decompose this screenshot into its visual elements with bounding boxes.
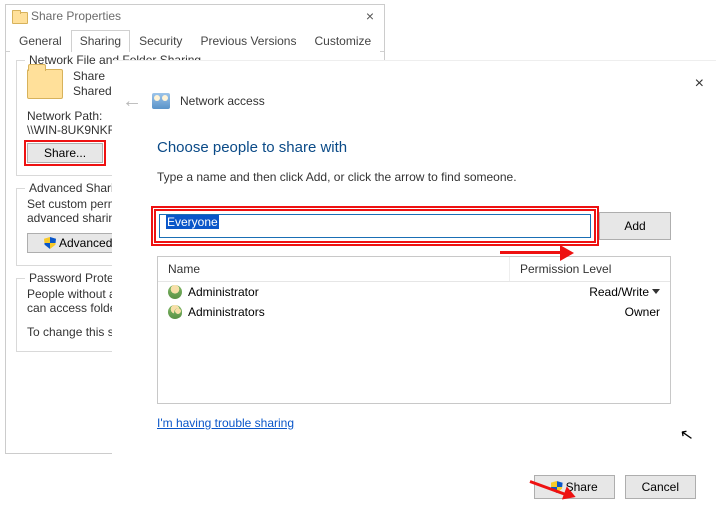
trouble-sharing-link-wrap: I'm having trouble sharing xyxy=(157,416,671,430)
shield-icon xyxy=(44,237,56,249)
row-permission[interactable]: Read/Write xyxy=(589,285,660,299)
column-permission[interactable]: Permission Level xyxy=(510,257,670,281)
name-input[interactable]: Everyone xyxy=(159,214,591,238)
users-icon xyxy=(168,305,182,319)
properties-titlebar: Share Properties × xyxy=(6,5,384,27)
annotation-arrow-icon xyxy=(530,480,590,500)
share-status: Shared xyxy=(73,84,112,99)
permission-row[interactable]: Administrator Read/Write xyxy=(158,282,670,302)
wizard-title: Choose people to share with xyxy=(157,139,671,156)
row-name: Administrators xyxy=(188,305,625,319)
perm-label: Read/Write xyxy=(589,285,649,299)
properties-tabs: General Sharing Security Previous Versio… xyxy=(6,29,384,52)
row-permission: Owner xyxy=(625,305,660,319)
name-input-highlight: Everyone xyxy=(154,209,596,243)
trouble-sharing-link[interactable]: I'm having trouble sharing xyxy=(157,416,294,430)
back-arrow-icon[interactable]: ← xyxy=(122,91,142,111)
tab-general[interactable]: General xyxy=(10,30,71,52)
permission-row[interactable]: Administrators Owner xyxy=(158,302,670,322)
wizard-header: Network access xyxy=(180,94,265,108)
add-button[interactable]: Add xyxy=(599,212,671,240)
share-button-props[interactable]: Share... xyxy=(27,143,103,163)
folder-large-icon xyxy=(27,69,63,99)
people-icon xyxy=(152,93,170,109)
tab-security[interactable]: Security xyxy=(130,30,191,52)
tab-customize[interactable]: Customize xyxy=(305,30,380,52)
cancel-button[interactable]: Cancel xyxy=(625,475,696,499)
network-access-wizard: × ← Network access Choose people to shar… xyxy=(112,60,716,509)
wizard-close-icon[interactable]: × xyxy=(695,75,704,93)
properties-title: Share Properties xyxy=(31,9,362,23)
chevron-down-icon xyxy=(652,289,660,294)
row-name: Administrator xyxy=(188,285,589,299)
name-input-value: Everyone xyxy=(166,215,219,229)
annotation-arrow-icon xyxy=(500,247,580,259)
close-icon[interactable]: × xyxy=(362,8,378,24)
column-name[interactable]: Name xyxy=(158,257,510,281)
tab-sharing[interactable]: Sharing xyxy=(71,30,130,52)
permission-list: Name Permission Level Administrator Read… xyxy=(157,256,671,404)
folder-icon xyxy=(12,10,26,22)
tab-previous-versions[interactable]: Previous Versions xyxy=(191,30,305,52)
user-icon xyxy=(168,285,182,299)
wizard-subtitle: Type a name and then click Add, or click… xyxy=(157,170,671,184)
share-name: Share xyxy=(73,69,112,84)
